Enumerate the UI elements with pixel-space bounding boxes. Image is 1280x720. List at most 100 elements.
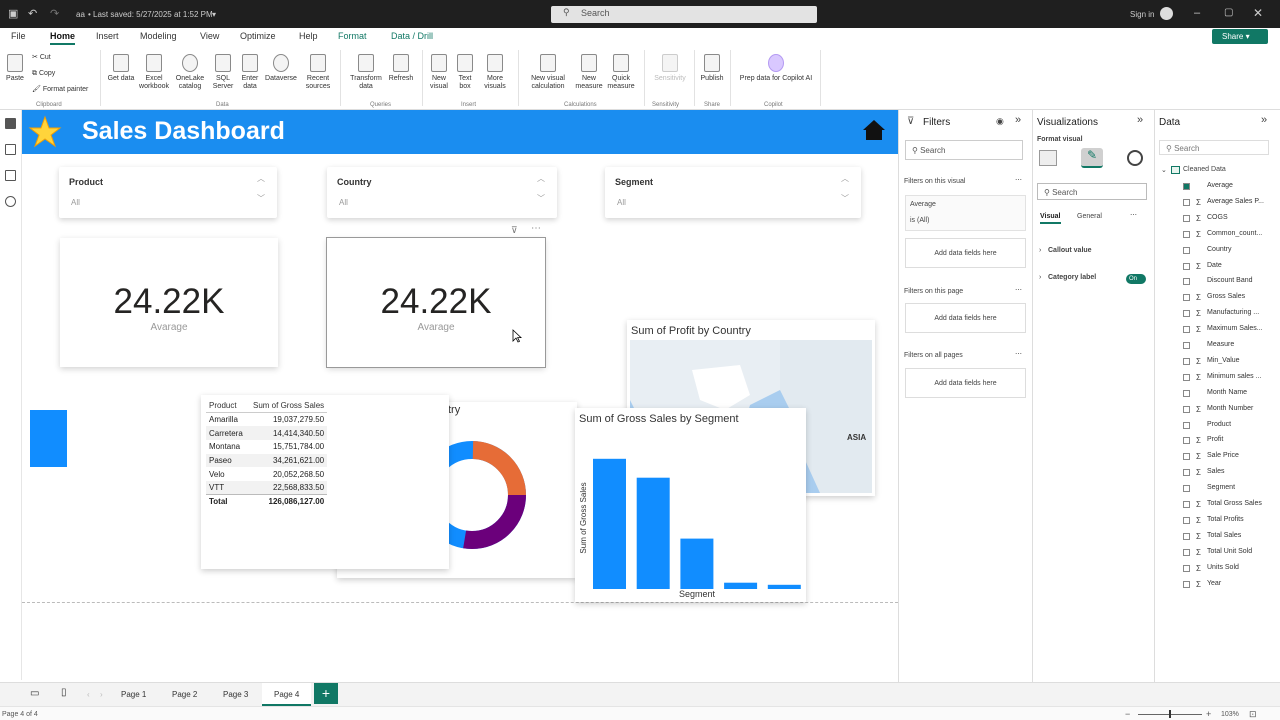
refresh-button[interactable]: Refresh — [386, 54, 416, 83]
report-view-icon[interactable] — [5, 118, 16, 129]
filters-search-input[interactable]: ⚲ Search — [905, 140, 1023, 160]
eye-icon[interactable]: ◉ — [996, 116, 1004, 127]
new-visual-calc-button[interactable]: New visual calculation — [522, 54, 574, 91]
data-field[interactable]: Average — [1155, 182, 1275, 196]
collapse-icon[interactable]: » — [1261, 114, 1267, 126]
desktop-layout-icon[interactable]: ▭ — [30, 688, 39, 699]
redo-icon[interactable]: ↷ — [50, 7, 59, 20]
menu-data-drill[interactable]: Data / Drill — [391, 31, 433, 41]
fit-to-page-icon[interactable]: ⊡ — [1249, 709, 1257, 720]
table-view-icon[interactable] — [5, 144, 16, 155]
maximize-icon[interactable]: ▢ — [1224, 7, 1233, 18]
recent-sources-button[interactable]: Recent sources — [300, 54, 336, 91]
slicer-value[interactable]: All — [71, 198, 80, 207]
more-options-icon[interactable]: ⋯ — [531, 223, 541, 234]
field-checkbox[interactable] — [1183, 183, 1190, 190]
segment-slicer[interactable]: Segment ︿ All ﹀ — [605, 167, 861, 218]
category-label-section[interactable]: Category label — [1048, 274, 1096, 281]
page-tab-3[interactable]: Page 3 — [223, 690, 248, 699]
average-card[interactable]: 24.22K Avarage — [60, 238, 278, 367]
new-visual-button[interactable]: New visual — [426, 54, 452, 91]
data-field[interactable]: Σ Maximum Sales... — [1155, 325, 1275, 339]
field-checkbox[interactable] — [1183, 405, 1190, 413]
bar[interactable] — [680, 538, 714, 589]
data-field[interactable]: Σ Minimum sales ... — [1155, 373, 1275, 387]
chevron-right-icon[interactable]: › — [1039, 274, 1041, 281]
column-header[interactable]: Sum of Gross Sales — [250, 399, 327, 413]
menu-format[interactable]: Format — [338, 31, 367, 41]
filter-icon[interactable]: ⊽ — [511, 225, 518, 236]
build-visual-icon[interactable] — [1039, 150, 1057, 166]
copy-button[interactable]: ⧉ Copy — [32, 70, 55, 78]
column-header[interactable]: Product — [206, 399, 250, 413]
copilot-button[interactable]: Prep data for Copilot AI — [736, 54, 816, 83]
field-checkbox[interactable] — [1183, 389, 1190, 397]
model-view-icon[interactable] — [5, 170, 16, 181]
data-search-input[interactable]: ⚲ Search — [1159, 140, 1269, 155]
last-saved[interactable]: • Last saved: 5/27/2025 at 1:52 PM — [88, 10, 213, 19]
slicer-value[interactable]: All — [339, 198, 348, 207]
menu-optimize[interactable]: Optimize — [240, 31, 276, 41]
chevron-down-icon[interactable]: ﹀ — [257, 193, 265, 204]
format-painter-button[interactable]: 🖌 Format painter — [32, 86, 88, 94]
publish-button[interactable]: Publish — [698, 54, 726, 83]
data-field[interactable]: Discount Band — [1155, 277, 1275, 291]
data-field[interactable]: Σ Units Sold — [1155, 564, 1275, 578]
data-field[interactable]: Σ Sale Price — [1155, 452, 1275, 466]
table-row[interactable]: Paseo 34,261,621.00 — [206, 453, 328, 468]
chevron-up-icon[interactable]: ︿ — [841, 173, 849, 184]
collapse-icon[interactable]: » — [1137, 114, 1143, 126]
dataverse-button[interactable]: Dataverse — [262, 54, 300, 83]
zoom-out-icon[interactable]: − — [1125, 709, 1130, 719]
chevron-up-icon[interactable]: ︿ — [257, 173, 265, 184]
field-checkbox[interactable] — [1183, 357, 1190, 365]
field-checkbox[interactable] — [1183, 310, 1190, 318]
bar[interactable] — [767, 584, 801, 589]
menu-insert[interactable]: Insert — [96, 31, 119, 41]
sign-in-link[interactable]: Sign in — [1130, 10, 1154, 19]
new-measure-button[interactable]: New measure — [574, 54, 604, 91]
field-checkbox[interactable] — [1183, 548, 1190, 556]
tab-general[interactable]: General — [1077, 213, 1102, 220]
field-checkbox[interactable] — [1183, 453, 1190, 461]
filter-card-average[interactable]: Average is (All) — [905, 195, 1026, 231]
share-button[interactable]: Share ▾ — [1212, 29, 1268, 44]
bar[interactable] — [636, 477, 670, 589]
data-field[interactable]: Σ Sales — [1155, 468, 1275, 482]
field-checkbox[interactable] — [1183, 326, 1190, 334]
chevron-up-icon[interactable]: ︿ — [537, 173, 545, 184]
menu-modeling[interactable]: Modeling — [140, 31, 177, 41]
paste-button[interactable]: Paste — [5, 54, 25, 83]
analytics-icon[interactable] — [1127, 150, 1143, 166]
field-checkbox[interactable] — [1183, 278, 1190, 286]
menu-home[interactable]: Home — [50, 31, 76, 45]
product-slicer[interactable]: Product ︿ All ﹀ — [59, 167, 277, 218]
chevron-down-icon[interactable]: ⌄ — [1161, 166, 1167, 174]
data-field[interactable]: Σ Manufacturing ... — [1155, 309, 1275, 323]
data-field[interactable]: Σ Min_Value — [1155, 357, 1275, 371]
field-checkbox[interactable] — [1183, 294, 1190, 302]
data-field[interactable]: Σ Total Unit Sold — [1155, 548, 1275, 562]
field-checkbox[interactable] — [1183, 230, 1190, 238]
dax-query-icon[interactable] — [5, 196, 16, 207]
data-field[interactable]: Σ Total Profits — [1155, 516, 1275, 530]
average-card-selected[interactable]: 24.22K Avarage — [326, 237, 546, 368]
field-checkbox[interactable] — [1183, 262, 1190, 270]
tab-visual[interactable]: Visual — [1040, 213, 1061, 224]
data-field[interactable]: Σ Common_count... — [1155, 230, 1275, 244]
field-checkbox[interactable] — [1183, 469, 1190, 477]
data-field[interactable]: Σ Profit — [1155, 436, 1275, 450]
add-page-filter-drop[interactable]: Add data fields here — [905, 303, 1026, 333]
data-field[interactable]: Σ Month Number — [1155, 405, 1275, 419]
table-row[interactable]: VTT 22,568,833.50 — [206, 481, 328, 495]
data-field[interactable]: Segment — [1155, 484, 1275, 498]
gross-sales-table[interactable]: Product Sum of Gross Sales Amarilla 19,03… — [201, 395, 449, 569]
country-slicer[interactable]: Country ︿ All ﹀ — [327, 167, 557, 218]
more-options-icon[interactable]: ⋯ — [1015, 286, 1022, 294]
format-visual-icon[interactable]: ✎ — [1081, 148, 1103, 168]
field-checkbox[interactable] — [1183, 580, 1190, 588]
transform-data-button[interactable]: Transform data — [346, 54, 386, 91]
field-checkbox[interactable] — [1183, 485, 1190, 493]
field-checkbox[interactable] — [1183, 198, 1190, 206]
field-checkbox[interactable] — [1183, 214, 1190, 222]
